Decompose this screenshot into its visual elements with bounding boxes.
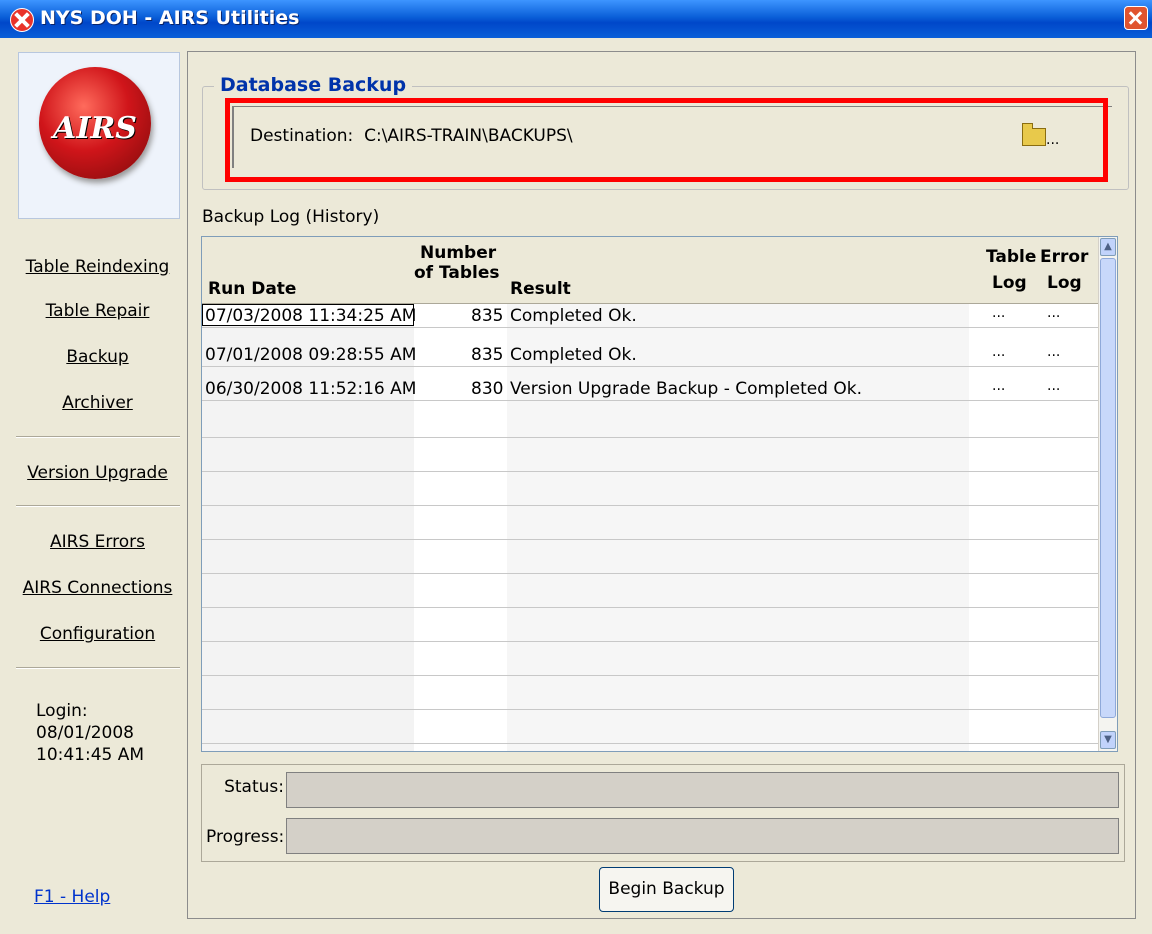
header-run-date[interactable]: Run Date [208,279,296,299]
title-bar: NYS DOH - AIRS Utilities [0,0,1152,38]
cell-result: Completed Ok. [510,306,637,326]
table-row[interactable]: 07/01/2008 09:28:55 AM 835 Completed Ok.… [202,343,1099,367]
empty-row [202,505,1099,506]
progress-label: Progress: [206,827,285,847]
window-title: NYS DOH - AIRS Utilities [40,7,300,29]
empty-row [202,675,1099,676]
empty-row [202,641,1099,642]
nav-divider [16,436,180,438]
cell-tables: 830 [471,379,504,399]
error-log-button[interactable]: ... [1047,378,1060,394]
logo-panel: AIRS [18,52,180,219]
empty-row [202,607,1099,608]
nav-archiver[interactable]: Archiver [0,393,195,413]
cell-tables: 835 [471,306,504,326]
nav-configuration[interactable]: Configuration [0,624,195,644]
close-button[interactable] [1124,6,1148,30]
empty-row [202,539,1099,540]
header-of-tables[interactable]: of Tables [414,263,500,283]
scroll-thumb[interactable] [1100,258,1116,718]
table-log-button[interactable]: ... [992,344,1005,360]
header-result[interactable]: Result [510,279,571,299]
nav-table-reindexing[interactable]: Table Reindexing [0,257,195,277]
highlight-frame [225,98,1108,182]
header-error-log[interactable]: Log [1047,273,1082,293]
empty-row [202,573,1099,574]
airs-logo: AIRS [39,67,151,179]
nav-divider [16,667,180,669]
table-log-button[interactable]: ... [992,378,1005,394]
login-label: Login: [36,701,88,721]
cell-tables: 835 [471,345,504,365]
help-link[interactable]: F1 - Help [34,887,110,907]
cell-run-date: 06/30/2008 11:52:16 AM [205,379,417,399]
empty-row [202,437,1099,438]
group-title: Database Backup [214,74,413,96]
nav-airs-connections[interactable]: AIRS Connections [0,578,195,598]
status-area: Status: Progress: [201,764,1125,862]
login-info: Login: 08/01/2008 10:41:45 AM [36,700,144,766]
logo-text: AIRS [53,111,137,146]
scroll-up-icon[interactable]: ▲ [1100,238,1116,256]
cell-result: Completed Ok. [510,345,637,365]
status-label: Status: [224,777,284,797]
vertical-scrollbar[interactable]: ▲ ▼ [1098,237,1117,751]
log-label: Backup Log (History) [202,207,380,227]
table-header: Run Date Number of Tables Result Table L… [202,237,1099,304]
error-log-button[interactable]: ... [1047,344,1060,360]
nav-version-upgrade[interactable]: Version Upgrade [0,463,195,483]
app-icon[interactable] [10,8,34,32]
table-row[interactable]: 07/03/2008 11:34:25 AM 835 Completed Ok.… [202,304,1099,328]
header-error[interactable]: Error [1040,247,1088,267]
table-log-button[interactable]: ... [992,305,1005,321]
empty-row [202,743,1099,744]
empty-row [202,709,1099,710]
header-number[interactable]: Number [420,243,496,263]
header-table[interactable]: Table [986,247,1036,267]
progress-bar [286,818,1119,854]
table-row[interactable]: 06/30/2008 11:52:16 AM 830 Version Upgra… [202,377,1099,401]
cell-run-date: 07/03/2008 11:34:25 AM [205,306,417,326]
scroll-down-icon[interactable]: ▼ [1100,731,1116,749]
login-time: 10:41:45 AM [36,745,145,765]
cell-run-date: 07/01/2008 09:28:55 AM [205,345,417,365]
error-log-button[interactable]: ... [1047,305,1060,321]
begin-backup-button[interactable]: Begin Backup [599,867,734,912]
nav-backup[interactable]: Backup [0,347,195,367]
empty-row [202,471,1099,472]
status-field [286,772,1119,808]
login-date: 08/01/2008 [36,723,134,743]
header-table-log[interactable]: Log [992,273,1027,293]
cell-result: Version Upgrade Backup - Completed Ok. [510,379,863,399]
backup-log-table[interactable]: Run Date Number of Tables Result Table L… [201,236,1118,752]
nav-divider [16,505,180,507]
nav-airs-errors[interactable]: AIRS Errors [0,532,195,552]
nav-table-repair[interactable]: Table Repair [0,301,195,321]
